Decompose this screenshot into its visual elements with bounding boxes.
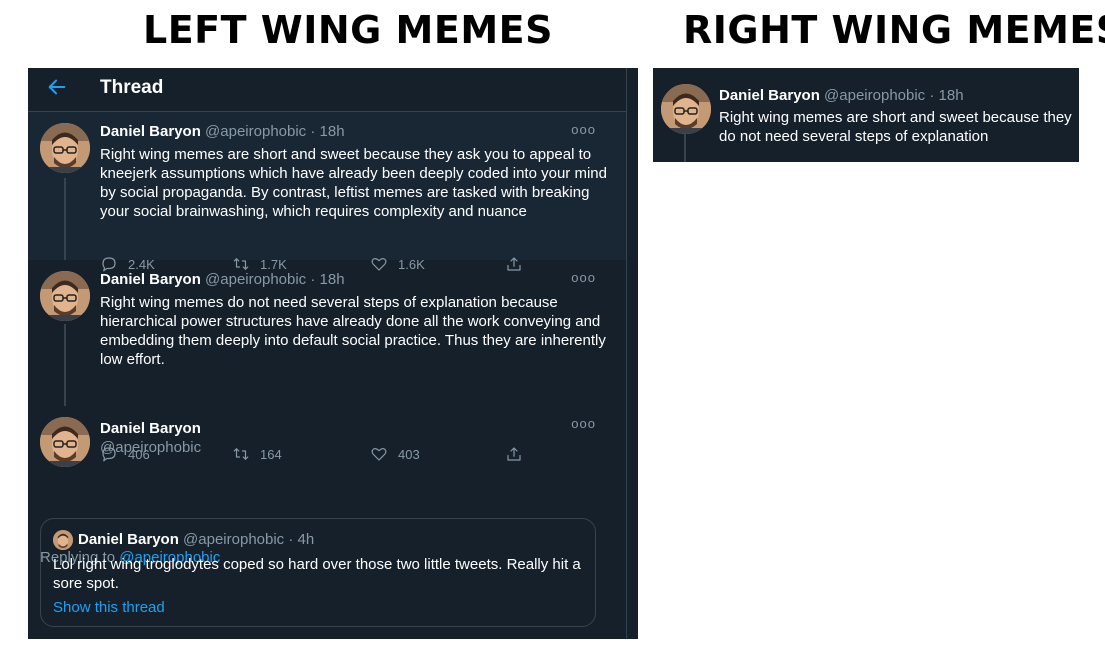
separator: ·	[929, 87, 935, 104]
more-options-icon[interactable]: ooo	[571, 270, 596, 285]
author-name: Daniel Baryon	[78, 531, 179, 548]
tweet-header: Daniel Baryon @apeirophobic · 18h	[719, 87, 964, 104]
author-handle[interactable]: @apeirophobic	[205, 123, 306, 140]
timestamp[interactable]: 18h	[939, 87, 964, 104]
avatar[interactable]	[661, 84, 711, 134]
left-thread-panel: Thread Daniel Baryon @apeirophobic · 18h…	[28, 68, 638, 639]
tweet-header: Daniel Baryon @apeirophobic · 18h	[100, 123, 345, 140]
quoted-tweet-header: Daniel Baryon @apeirophobic · 4h	[78, 531, 314, 548]
author-handle[interactable]: @apeirophobic	[205, 271, 306, 288]
tweet[interactable]: Daniel Baryon @apeirophobic · 18h ooo Ri…	[28, 260, 626, 462]
author-handle[interactable]: @apeirophobic	[100, 438, 201, 457]
separator: ·	[310, 271, 316, 288]
separator: ·	[310, 123, 316, 140]
timestamp: 4h	[297, 531, 315, 548]
tweet[interactable]: Daniel Baryon @apeirophobic · 18h ooo Ri…	[28, 112, 626, 272]
avatar	[53, 530, 73, 550]
right-tweet-panel[interactable]: Daniel Baryon @apeirophobic · 18h Right …	[653, 68, 1079, 162]
avatar[interactable]	[40, 123, 90, 173]
tweet-text: Right wing memes are short and sweet bec…	[719, 109, 1072, 145]
quoted-tweet-text: Lol right wing troglodytes coped so hard…	[53, 556, 581, 592]
quoted-tweet[interactable]: Daniel Baryon @apeirophobic · 4h Lol rig…	[40, 518, 596, 627]
show-this-thread-link[interactable]: Show this thread	[53, 599, 165, 616]
avatar[interactable]	[40, 271, 90, 321]
more-options-icon[interactable]: ooo	[571, 416, 596, 431]
heading-right-wing-memes: RIGHT WING MEMES	[683, 8, 1105, 52]
panel-divider	[626, 68, 627, 639]
thread-connector	[684, 134, 686, 162]
heading-left-wing-memes: LEFT WING MEMES	[143, 8, 553, 52]
more-options-icon[interactable]: ooo	[571, 122, 596, 137]
author-name[interactable]: Daniel Baryon	[719, 87, 820, 104]
separator: ·	[288, 531, 294, 548]
thread-connector	[64, 178, 66, 260]
tweet-header: Daniel Baryon @apeirophobic · 18h	[100, 271, 345, 288]
author-name[interactable]: Daniel Baryon	[100, 123, 201, 140]
tweet-header: Daniel Baryon @apeirophobic	[100, 419, 201, 457]
tweet-text: Right wing memes are short and sweet bec…	[100, 146, 607, 220]
timestamp[interactable]: 18h	[320, 271, 345, 288]
thread-header: Thread	[28, 68, 626, 112]
arrow-left-icon[interactable]	[46, 76, 68, 98]
author-handle[interactable]: @apeirophobic	[824, 87, 925, 104]
author-handle: @apeirophobic	[183, 531, 285, 548]
timestamp[interactable]: 18h	[320, 123, 345, 140]
author-name[interactable]: Daniel Baryon	[100, 271, 201, 288]
author-name[interactable]: Daniel Baryon	[100, 419, 201, 438]
avatar[interactable]	[40, 417, 90, 467]
thread-title: Thread	[100, 77, 164, 98]
thread-connector	[64, 324, 66, 406]
tweet-text: Right wing memes do not need several ste…	[100, 294, 606, 368]
